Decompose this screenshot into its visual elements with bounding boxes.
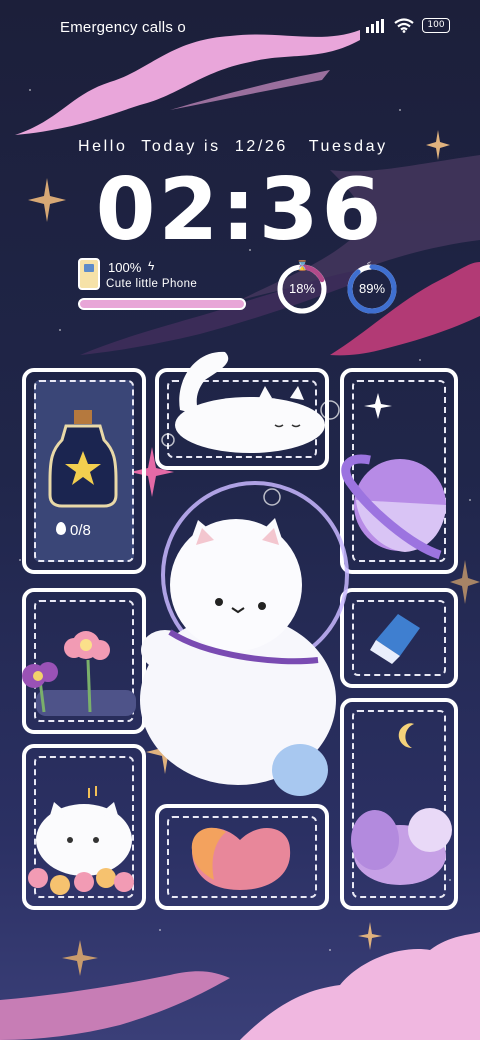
water-drop-icon xyxy=(56,522,66,535)
heart-icon xyxy=(191,827,291,890)
eraser-icon xyxy=(370,614,420,664)
astronaut-cat-illustration xyxy=(140,400,349,796)
sleeping-cat-icon xyxy=(175,351,325,453)
lock-screen: { "status_bar": { "carrier_text": "Emerg… xyxy=(0,0,480,1040)
tile-illustrations xyxy=(22,351,452,895)
flower-icon xyxy=(22,631,136,716)
planet-icon xyxy=(341,393,446,560)
cat-with-flowers-icon xyxy=(28,786,134,895)
water-count: 0/8 xyxy=(70,522,91,539)
moon-cloud-icon xyxy=(351,723,452,885)
star-jar-icon xyxy=(48,410,118,508)
